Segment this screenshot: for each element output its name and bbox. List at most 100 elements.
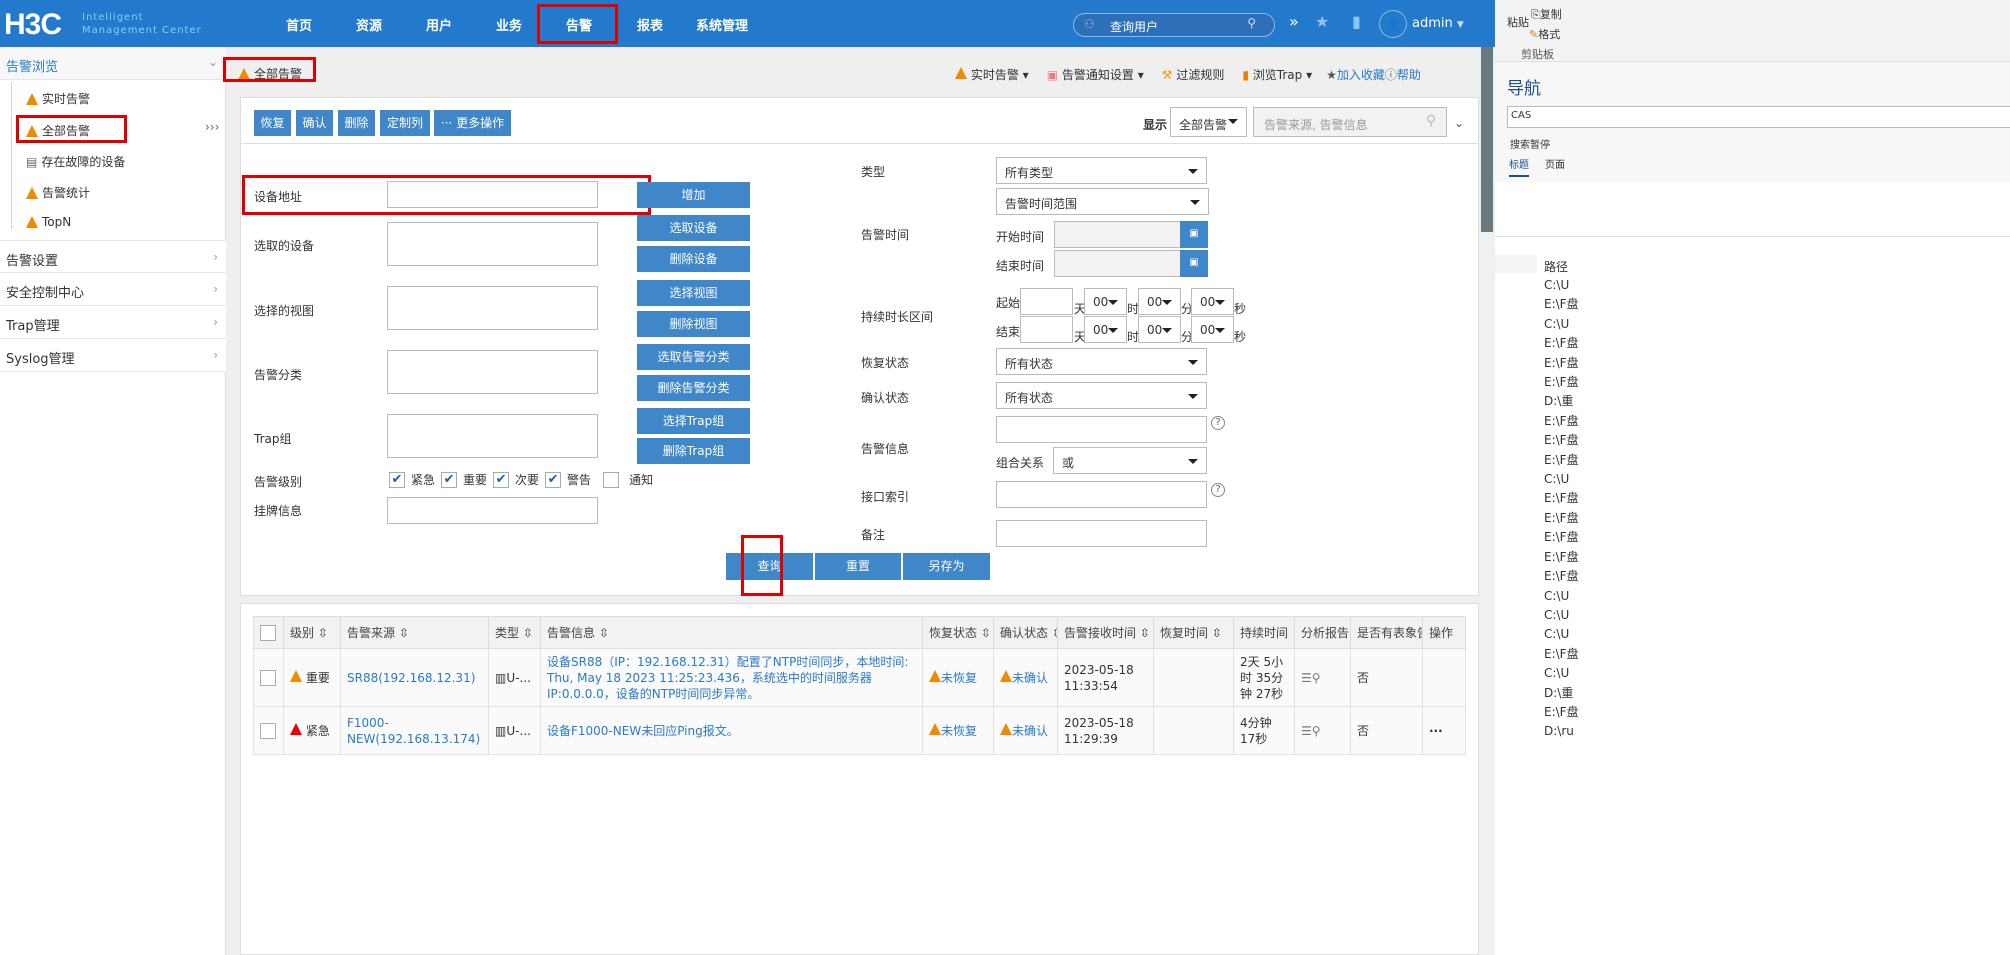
user-filter-icon[interactable]: ⚇ [1084, 17, 1095, 31]
path-item[interactable]: E:\F盘 [1544, 295, 1579, 314]
realtime-alarm-menu[interactable]: 实时告警 ▾ [955, 66, 1029, 83]
path-item[interactable]: C:\U [1544, 276, 1579, 295]
op-cell[interactable] [1422, 648, 1466, 707]
table-row[interactable]: 紧急 F1000-NEW(192.168.13.174) ▥U-... 设备F1… [253, 706, 1466, 755]
nav-user[interactable]: 用户 [426, 15, 452, 34]
expand-icon[interactable]: » [1289, 12, 1299, 31]
path-item[interactable]: C:\U [1544, 315, 1579, 334]
copy-button[interactable]: ⎘复制 [1531, 6, 1562, 22]
save-as-button[interactable]: 另存为 [903, 553, 990, 580]
col-info[interactable]: 告警信息 ⇳ [540, 616, 923, 649]
path-item[interactable]: E:\F盘 [1544, 431, 1579, 450]
select-device-button[interactable]: 选取设备 [637, 215, 750, 241]
col-recover-time[interactable]: 恢复时间 ⇳ [1153, 616, 1234, 649]
level-minor-checkbox[interactable]: ✔ [493, 471, 510, 488]
sidebar-item-statistics[interactable]: 告警统计 [26, 184, 90, 201]
ack-status-select[interactable]: 所有状态 [996, 382, 1207, 409]
help-icon[interactable]: ? [1211, 483, 1225, 497]
end-time-input[interactable] [1054, 250, 1181, 277]
confirm-button[interactable]: 确认 [296, 110, 333, 136]
calendar-icon[interactable]: ▣ [1180, 250, 1208, 277]
report-icon[interactable]: ☰⚲ [1294, 706, 1351, 755]
more-ops-button[interactable]: ··· [1422, 706, 1466, 755]
path-item[interactable]: E:\F盘 [1544, 451, 1579, 470]
report-icon[interactable]: ☰⚲ [1294, 648, 1351, 707]
category-list[interactable] [387, 350, 598, 394]
level-warning-checkbox[interactable]: ✔ [545, 471, 562, 488]
info-link[interactable]: 设备SR88（IP：192.168.12.31）配置了NTP时间同步，本地时间:… [540, 648, 923, 707]
level-important-checkbox[interactable]: ✔ [441, 471, 458, 488]
tag-info-input[interactable] [387, 497, 598, 524]
path-item[interactable]: E:\F盘 [1544, 334, 1579, 353]
selected-views-list[interactable] [387, 286, 598, 330]
filter-rules-link[interactable]: ⚒ 过滤规则 [1162, 66, 1225, 83]
col-recv-time[interactable]: 告警接收时间 ⇳ [1057, 616, 1154, 649]
sidebar-section-syslog[interactable]: Syslog管理 › [0, 339, 226, 372]
browse-trap-menu[interactable]: ▮ 浏览Trap ▾ [1242, 66, 1312, 83]
delete-trap-group-button[interactable]: 删除Trap组 [637, 438, 750, 464]
bookmark-icon[interactable]: ▮ [1352, 12, 1361, 31]
ack-status[interactable]: 未确认 [993, 706, 1058, 755]
end-second-select[interactable]: 00 [1191, 316, 1234, 343]
alarm-info-input[interactable] [996, 416, 1207, 443]
select-view-button[interactable]: 选择视图 [637, 280, 750, 306]
col-type[interactable]: 类型 ⇳ [488, 616, 541, 649]
path-item[interactable]: D:\ru [1544, 722, 1579, 741]
help-icon[interactable]: ? [1211, 416, 1225, 430]
recover-status[interactable]: 未恢复 [922, 706, 994, 755]
col-level[interactable]: 级别 ⇳ [283, 616, 341, 649]
path-item[interactable]: E:\F盘 [1544, 567, 1579, 586]
nav-home[interactable]: 首页 [286, 15, 312, 34]
nav-resource[interactable]: 资源 [356, 15, 382, 34]
start-minute-select[interactable]: 00 [1138, 288, 1181, 315]
reset-button[interactable]: 重置 [815, 553, 901, 580]
sidebar-group-alarm-browse[interactable]: 告警浏览 ⌄ [0, 47, 226, 80]
sidebar-section-security[interactable]: 安全控制中心 › [0, 273, 226, 306]
alarm-search-input[interactable]: 告警来源, 告警信息 [1253, 107, 1447, 137]
sidebar-section-trap[interactable]: Trap管理 › [0, 306, 226, 339]
path-item[interactable]: C:\U [1544, 587, 1579, 606]
end-minute-select[interactable]: 00 [1138, 316, 1181, 343]
remark-input[interactable] [996, 520, 1207, 547]
custom-columns-button[interactable]: 定制列 [380, 110, 430, 136]
start-hour-select[interactable]: 00 [1084, 288, 1127, 315]
nav-system[interactable]: 系统管理 [696, 15, 748, 34]
source-link[interactable]: F1000-NEW(192.168.13.174) [340, 706, 489, 755]
format-painter-button[interactable]: ✎格式 [1529, 26, 1560, 42]
path-item[interactable]: E:\F盘 [1544, 354, 1579, 373]
add-button[interactable]: 增加 [637, 182, 750, 208]
source-link[interactable]: SR88(192.168.12.31) [340, 648, 489, 707]
nav-search-input[interactable]: CAS [1507, 106, 2010, 128]
nav-report[interactable]: 报表 [637, 15, 663, 34]
level-notice-checkbox[interactable] [603, 471, 620, 488]
table-row[interactable]: 重要 SR88(192.168.12.31) ▥U-... 设备SR88（IP：… [253, 648, 1466, 707]
recover-status[interactable]: 未恢复 [922, 648, 994, 707]
path-item[interactable]: E:\F盘 [1544, 703, 1579, 722]
start-time-input[interactable] [1054, 221, 1181, 248]
nav-service[interactable]: 业务 [496, 15, 522, 34]
delete-category-button[interactable]: 删除告警分类 [637, 375, 750, 401]
path-item[interactable]: C:\U [1544, 606, 1579, 625]
delete-device-button[interactable]: 删除设备 [637, 246, 750, 272]
path-item[interactable]: C:\U [1544, 470, 1579, 489]
user-search-input[interactable]: 查询用户 ⚲ ⚇ [1073, 13, 1275, 37]
calendar-icon[interactable]: ▣ [1180, 221, 1208, 248]
start-day-input[interactable] [1020, 288, 1073, 315]
sidebar-section-alarm-settings[interactable]: 告警设置 › [0, 240, 226, 273]
path-item[interactable]: E:\F盘 [1544, 373, 1579, 392]
selected-devices-list[interactable] [387, 222, 598, 266]
help-link[interactable]: ⓘ帮助 [1385, 66, 1421, 83]
notify-settings-menu[interactable]: ▣ 告警通知设置 ▾ [1047, 66, 1144, 83]
tab-pages[interactable]: 页面 [1545, 156, 1565, 171]
ifindex-input[interactable] [996, 481, 1207, 508]
row-checkbox[interactable] [260, 669, 276, 686]
path-item[interactable]: E:\F盘 [1544, 489, 1579, 508]
search-icon[interactable]: ⚲ [1247, 16, 1256, 30]
row-checkbox[interactable] [260, 722, 276, 739]
expand-icon[interactable]: ⌄ [1454, 116, 1464, 130]
combine-select[interactable]: 或 [1053, 447, 1207, 474]
sidebar-item-faulty-devices[interactable]: ▤ 存在故障的设备 [26, 153, 125, 170]
search-pause-button[interactable]: 搜索暂停 [1510, 136, 1550, 151]
path-item[interactable]: C:\U [1544, 625, 1579, 644]
more-actions-button[interactable]: ··· 更多操作 [434, 110, 511, 136]
